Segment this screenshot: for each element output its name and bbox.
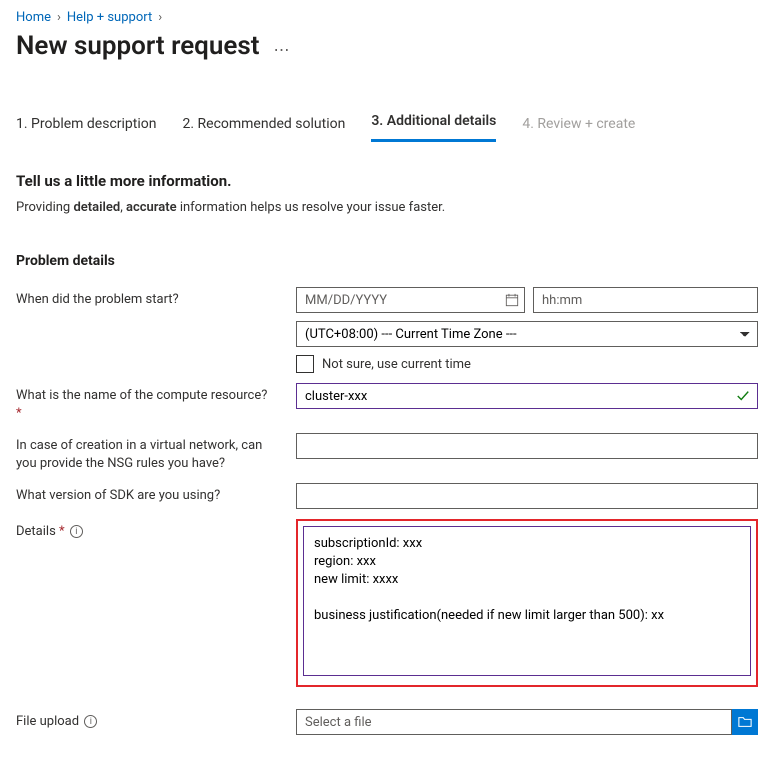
- section-subtext: Providing detailed, accurate information…: [16, 200, 758, 215]
- field-sdk-version: What version of SDK are you using?: [16, 483, 758, 509]
- more-actions-button[interactable]: ⋯: [273, 34, 289, 59]
- folder-icon: [738, 715, 752, 729]
- required-indicator: *: [59, 524, 65, 539]
- label-compute-name: What is the name of the compute resource…: [16, 383, 296, 423]
- wizard-tabs: 1. Problem description 2. Recommended so…: [16, 107, 758, 142]
- nsg-rules-input[interactable]: [296, 433, 758, 459]
- not-sure-checkbox-row[interactable]: Not sure, use current time: [296, 355, 758, 373]
- label-when: When did the problem start?: [16, 287, 296, 309]
- not-sure-label: Not sure, use current time: [322, 357, 471, 372]
- file-select-input[interactable]: [296, 709, 732, 735]
- field-file-upload: File upload i: [16, 709, 758, 735]
- chevron-right-icon: ›: [57, 10, 61, 25]
- not-sure-checkbox[interactable]: [296, 355, 314, 373]
- breadcrumb-help-support[interactable]: Help + support: [67, 10, 152, 25]
- timezone-select[interactable]: (UTC+08:00) --- Current Time Zone ---: [296, 321, 758, 347]
- breadcrumb-home[interactable]: Home: [16, 10, 51, 25]
- details-highlight-box: [296, 519, 758, 687]
- problem-details-header: Problem details: [16, 253, 758, 269]
- tab-recommended-solution[interactable]: 2. Recommended solution: [182, 110, 345, 142]
- label-nsg-rules: In case of creation in a virtual network…: [16, 433, 296, 473]
- required-indicator: *: [16, 406, 22, 421]
- breadcrumb: Home › Help + support ›: [16, 10, 758, 25]
- page-title: New support request: [16, 31, 259, 61]
- tab-problem-description[interactable]: 1. Problem description: [16, 110, 156, 142]
- problem-time-input[interactable]: [533, 287, 758, 313]
- tab-review-create: 4. Review + create: [522, 110, 635, 142]
- section-lead: Tell us a little more information.: [16, 172, 758, 190]
- compute-name-input[interactable]: [296, 383, 758, 409]
- field-nsg-rules: In case of creation in a virtual network…: [16, 433, 758, 473]
- file-browse-button[interactable]: [732, 709, 758, 735]
- info-icon[interactable]: i: [70, 525, 83, 538]
- tab-additional-details[interactable]: 3. Additional details: [371, 107, 496, 142]
- problem-date-input[interactable]: [296, 287, 525, 313]
- field-when: When did the problem start? (UTC+0: [16, 287, 758, 373]
- checkmark-icon: [736, 389, 750, 403]
- label-file-upload: File upload i: [16, 709, 296, 731]
- label-details: Details * i: [16, 519, 296, 541]
- details-textarea[interactable]: [303, 526, 751, 676]
- field-details: Details * i: [16, 519, 758, 687]
- sdk-version-input[interactable]: [296, 483, 758, 509]
- info-icon[interactable]: i: [84, 715, 97, 728]
- chevron-right-icon: ›: [158, 10, 162, 25]
- field-compute-name: What is the name of the compute resource…: [16, 383, 758, 423]
- label-sdk-version: What version of SDK are you using?: [16, 483, 296, 505]
